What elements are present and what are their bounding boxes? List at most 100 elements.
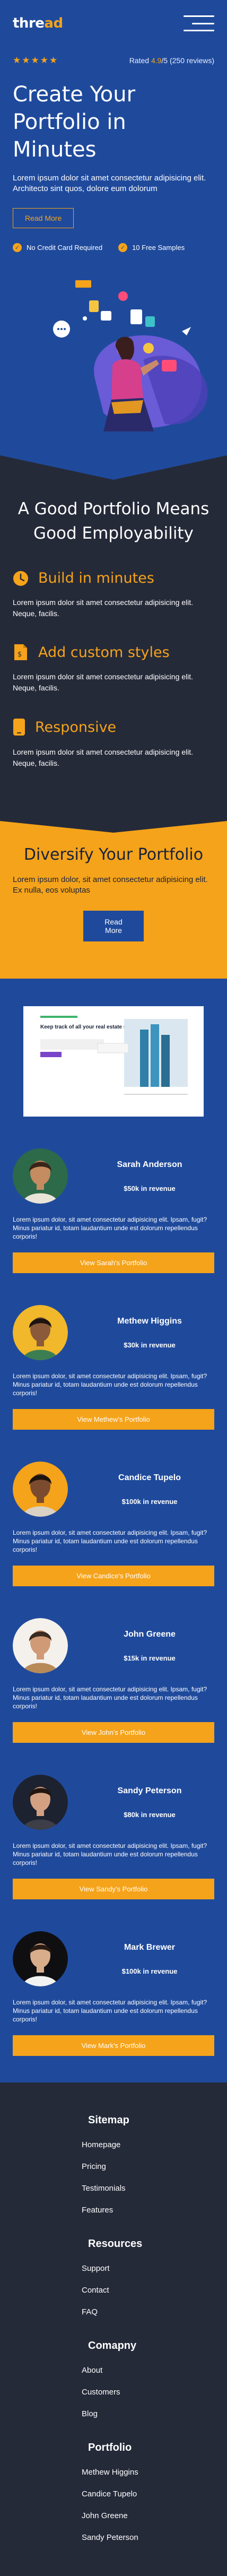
badge-free-samples: ✓ 10 Free Samples xyxy=(118,243,185,252)
brand-logo-part1: thre xyxy=(13,15,45,31)
person-description: Lorem ipsum dolor, sit amet consectetur … xyxy=(13,1685,207,1710)
feature-responsive: Responsive Lorem ipsum dolor sit amet co… xyxy=(13,718,214,769)
footer-link[interactable]: Sandy Peterson xyxy=(82,2533,204,2542)
portfolio-preview-image: Keep track of all your real estate searc… xyxy=(23,1006,204,1117)
footer-heading: Resources xyxy=(88,2238,143,2250)
section-divider-top xyxy=(0,811,227,833)
svg-text:$: $ xyxy=(18,651,22,659)
rating-prefix: Rated xyxy=(129,56,151,65)
view-portfolio-button[interactable]: View Sandy's Portfolio xyxy=(13,1879,214,1899)
footer-heading: Comapny xyxy=(88,2340,137,2352)
footer-link[interactable]: Methew Higgins xyxy=(82,2468,204,2477)
footer-link[interactable]: About xyxy=(82,2366,204,2375)
person-name: Candice Tupelo xyxy=(118,1473,181,1482)
person-revenue: $100k in revenue xyxy=(121,1497,178,1506)
feature-text: Lorem ipsum dolor sit amet consectetur a… xyxy=(13,672,194,692)
mobile-icon xyxy=(13,719,25,736)
person-name: Mark Brewer xyxy=(124,1942,176,1952)
diversify-read-more-button[interactable]: Read More xyxy=(83,911,144,941)
feature-title: Build in minutes xyxy=(38,570,154,586)
rating-suffix: /5 (250 reviews) xyxy=(161,56,214,65)
diversify-title: Diversify Your Portfolio xyxy=(23,845,204,864)
badge-label: No Credit Card Required xyxy=(27,244,103,252)
footer-link[interactable]: Pricing xyxy=(82,2162,204,2171)
portfolio-card-meta: Sandy Peterson $80k in revenue xyxy=(80,1786,214,1819)
badge-no-credit-card: ✓ No Credit Card Required xyxy=(13,243,102,252)
footer-column: Comapny About Customers Blog xyxy=(82,2340,204,2418)
person-revenue: $50k in revenue xyxy=(124,1184,176,1192)
portfolio-card-meta: Sarah Anderson $50k in revenue xyxy=(80,1160,214,1192)
person-name: John Greene xyxy=(124,1629,176,1639)
portfolio-card-meta: Mark Brewer $100k in revenue xyxy=(80,1943,214,1975)
view-portfolio-button[interactable]: View Candice's Portfolio xyxy=(13,1566,214,1586)
hero-illustration xyxy=(53,280,208,431)
portfolio-card-head: Candice Tupelo $100k in revenue xyxy=(13,1462,214,1517)
view-portfolio-button[interactable]: View Mark's Portfolio xyxy=(13,2035,214,2056)
person-description: Lorem ipsum dolor, sit amet consectetur … xyxy=(13,1372,207,1397)
person-revenue: $80k in revenue xyxy=(124,1810,176,1819)
footer-link[interactable]: Blog xyxy=(82,2409,204,2418)
avatar xyxy=(13,1618,68,1673)
person-revenue: $15k in revenue xyxy=(124,1654,176,1662)
check-icon: ✓ xyxy=(118,243,128,252)
portfolio-card-head: Sarah Anderson $50k in revenue xyxy=(13,1148,214,1204)
portfolios-section: Keep track of all your real estate searc… xyxy=(0,979,227,2082)
person-revenue: $100k in revenue xyxy=(121,1967,178,1975)
document-icon: $ xyxy=(14,644,27,660)
footer-link[interactable]: Contact xyxy=(82,2286,204,2295)
view-portfolio-button[interactable]: View Methew's Portfolio xyxy=(13,1409,214,1430)
portfolio-card: Candice Tupelo $100k in revenue Lorem ip… xyxy=(13,1462,214,1586)
portfolio-card: Sarah Anderson $50k in revenue Lorem ips… xyxy=(13,1148,214,1273)
clock-icon xyxy=(13,570,28,586)
hero-title: Create Your Portfolio in Minutes xyxy=(13,82,136,162)
person-description: Lorem ipsum dolor, sit amet consectetur … xyxy=(13,1529,207,1553)
footer-link[interactable]: Customers xyxy=(82,2388,204,2397)
portfolio-card: Methew Higgins $30k in revenue Lorem ips… xyxy=(13,1305,214,1430)
brand-logo-part2: ad xyxy=(44,15,63,31)
portfolio-card-head: Sandy Peterson $80k in revenue xyxy=(13,1775,214,1830)
view-portfolio-button[interactable]: View Sarah's Portfolio xyxy=(13,1252,214,1273)
avatar xyxy=(13,1775,68,1830)
hero-lead: Lorem ipsum dolor sit amet consectetur a… xyxy=(13,174,206,193)
hero-read-more-button[interactable]: Read More xyxy=(13,208,74,228)
check-icon: ✓ xyxy=(13,243,22,252)
person-name: Sandy Peterson xyxy=(117,1786,182,1795)
avatar xyxy=(13,1931,68,1986)
view-portfolio-button[interactable]: View John's Portfolio xyxy=(13,1722,214,1743)
feature-text: Lorem ipsum dolor sit amet consectetur a… xyxy=(13,598,194,618)
footer-link[interactable]: John Greene xyxy=(82,2511,204,2520)
footer-link[interactable]: Features xyxy=(82,2206,204,2215)
person-description: Lorem ipsum dolor, sit amet consectetur … xyxy=(13,1842,207,1866)
footer-link[interactable]: FAQ xyxy=(82,2307,204,2316)
footer-link[interactable]: Support xyxy=(82,2264,204,2273)
footer-column: Portfolio Methew Higgins Candice Tupelo Joh… xyxy=(82,2442,204,2542)
site-header: thread xyxy=(0,0,227,47)
footer-link[interactable]: Homepage xyxy=(82,2140,204,2149)
badge-label: 10 Free Samples xyxy=(132,244,185,252)
footer-column: Resources Support Contact FAQ xyxy=(82,2238,204,2316)
footer-heading: Sitemap xyxy=(88,2114,129,2126)
portfolio-card: John Greene $15k in revenue Lorem ipsum … xyxy=(13,1618,214,1743)
rating-text: Rated 4.9/5 (250 reviews) xyxy=(129,56,214,65)
footer-link[interactable]: Testimonials xyxy=(82,2184,204,2193)
rating-row: ★★★★★ Rated 4.9/5 (250 reviews) xyxy=(13,55,214,66)
footer-heading: Portfolio xyxy=(88,2442,132,2453)
employability-title: A Good Portfolio Means Good Employabilit… xyxy=(18,499,209,543)
feature-text: Lorem ipsum dolor sit amet consectetur a… xyxy=(13,748,194,767)
feature-title: Add custom styles xyxy=(38,644,170,661)
diversify-text: Lorem ipsum dolor, sit amet consectetur … xyxy=(13,875,208,895)
portfolio-card-head: Mark Brewer $100k in revenue xyxy=(13,1931,214,1986)
feature-styles: $ Add custom styles Lorem ipsum dolor si… xyxy=(13,644,214,694)
person-description: Lorem ipsum dolor, sit amet consectetur … xyxy=(13,1216,207,1240)
portfolio-card: Mark Brewer $100k in revenue Lorem ipsum… xyxy=(13,1931,214,2056)
site-footer: Sitemap Homepage Pricing Testimonials Featur… xyxy=(0,2082,227,2576)
employability-section: A Good Portfolio Means Good Employabilit… xyxy=(0,497,227,790)
footer-link[interactable]: Candice Tupelo xyxy=(82,2489,204,2499)
person-name: Methew Higgins xyxy=(117,1316,182,1326)
menu-icon[interactable] xyxy=(184,15,214,31)
brand-logo[interactable]: thread xyxy=(13,15,63,31)
people-list: Sarah Anderson $50k in revenue Lorem ips… xyxy=(13,1148,214,2056)
person-description: Lorem ipsum dolor, sit amet consectetur … xyxy=(13,1999,207,2023)
avatar xyxy=(13,1305,68,1360)
portfolio-card-meta: Methew Higgins $30k in revenue xyxy=(80,1317,214,1349)
